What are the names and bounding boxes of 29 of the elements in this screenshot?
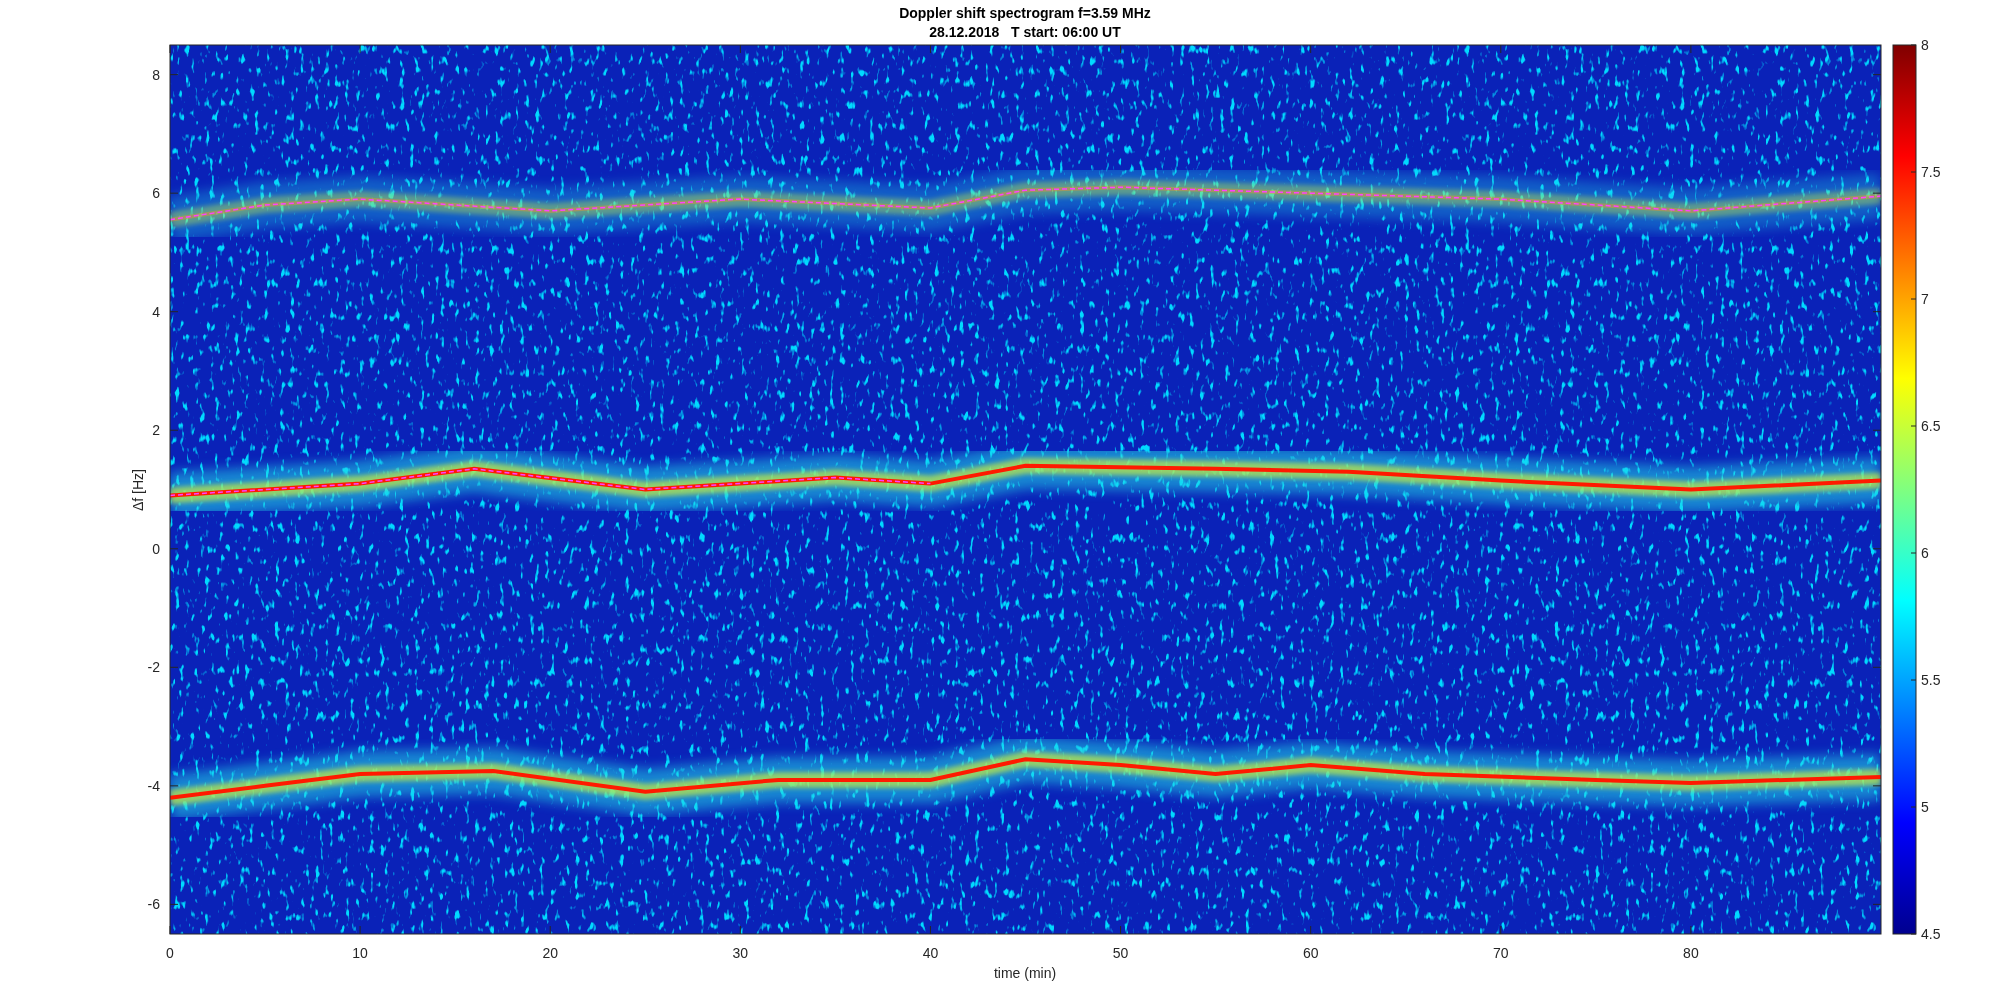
chart-title: Doppler shift spectrogram f=3.59 MHz [899,5,1151,21]
chart-subtitle: 28.12.2018 T start: 06:00 UT [929,24,1121,40]
tick-label: 8 [152,66,160,83]
tick-label: 0 [152,540,160,557]
tick-label: 60 [1302,945,1319,961]
tick-label: 0 [166,945,174,961]
tick-label: 30 [732,945,749,961]
tick-label: 6 [152,185,160,202]
tick-label: -6 [147,896,160,913]
tick-label: 2 [152,422,160,439]
tick-label: -4 [147,777,160,794]
colorbar-tick-label: 5.5 [1921,672,1941,688]
tick-label: 50 [1112,945,1129,961]
tick-label: 70 [1493,945,1509,961]
x-axis-label: time (min) [993,965,1057,981]
colorbar-tick-label: 6.5 [1921,418,1941,434]
y-axis-label: Δf [Hz] [130,469,146,511]
tick-label: 4 [152,303,160,320]
tick-label: 10 [352,945,368,961]
tick-label: -2 [147,659,160,676]
colorbar-tick-label: 7.5 [1921,164,1941,180]
colorbar-tick-label: 4.5 [1921,926,1941,942]
tick-label: 20 [542,945,558,961]
colorbar-tick-label: 5 [1921,799,1929,815]
colorbar-tick-label: 8 [1921,37,1929,53]
tick-label: 80 [1683,945,1699,961]
colorbar-tick-label: 6 [1921,545,1929,561]
colorbar-tick-label: 7 [1921,291,1929,307]
tick-label: 40 [922,945,939,961]
